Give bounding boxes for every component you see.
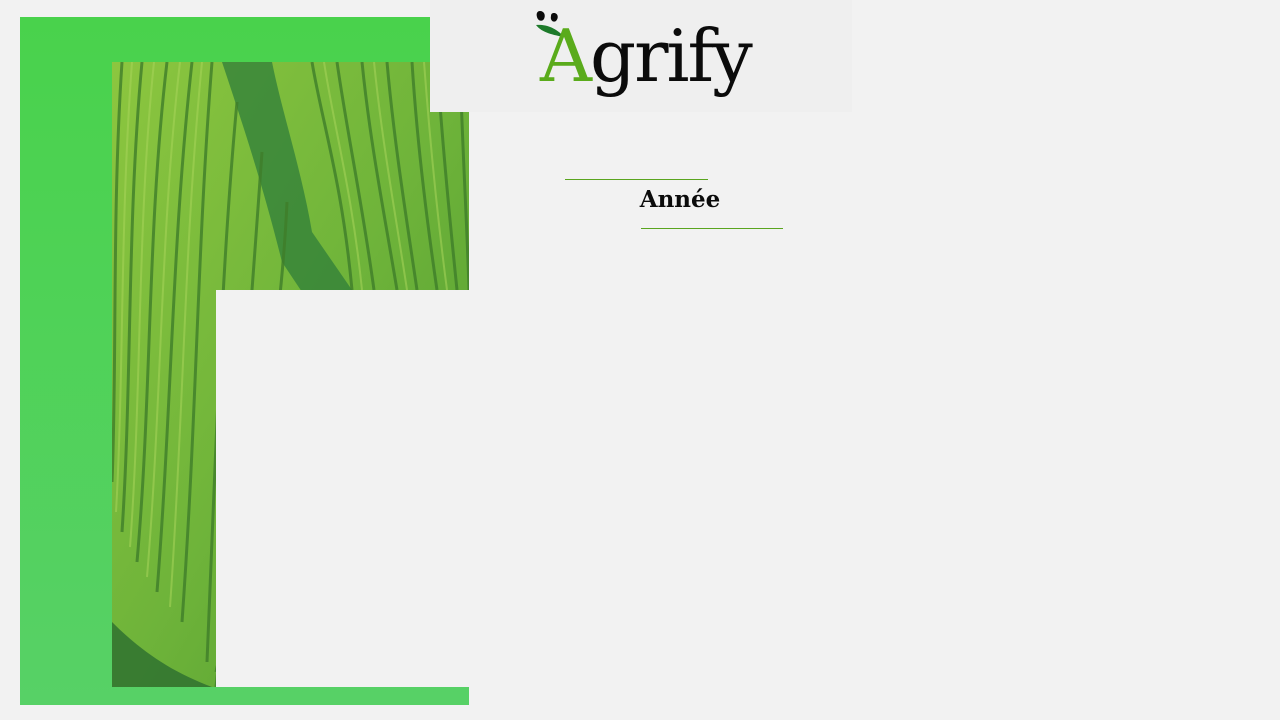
page: Agrify Année bbox=[0, 0, 1280, 720]
logo-initial: A bbox=[540, 14, 592, 98]
section-title: Année bbox=[639, 186, 721, 213]
title-rule-bottom bbox=[641, 228, 783, 229]
logo-wordmark: grify bbox=[590, 14, 753, 98]
content-cutout bbox=[216, 290, 469, 687]
title-rule-top bbox=[565, 179, 708, 180]
brand-logo: Agrify bbox=[540, 14, 753, 98]
